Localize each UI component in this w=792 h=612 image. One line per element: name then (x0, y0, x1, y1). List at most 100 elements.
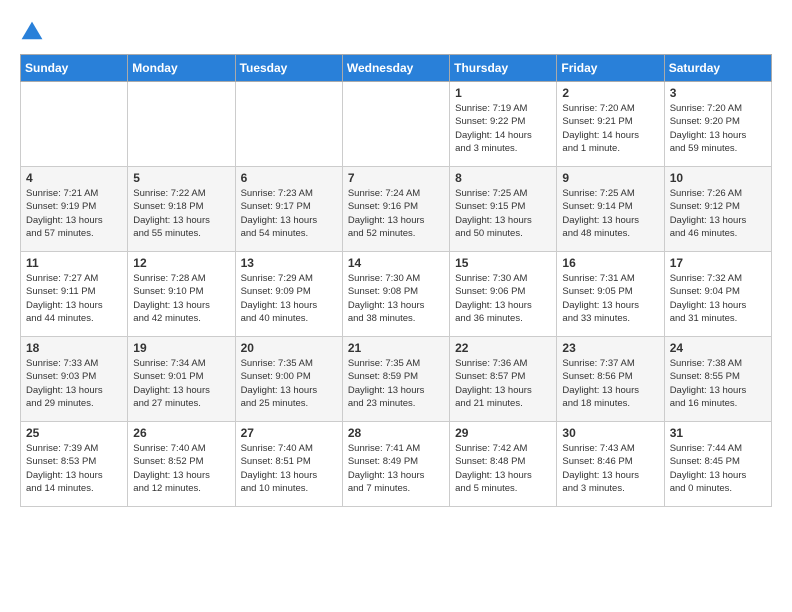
day-info: Sunrise: 7:42 AM Sunset: 8:48 PM Dayligh… (455, 442, 551, 495)
calendar-cell: 9 Sunrise: 7:25 AM Sunset: 9:14 PM Daylig… (557, 167, 664, 252)
page-header (20, 20, 772, 44)
day-number: 18 (26, 341, 122, 355)
day-number: 7 (348, 171, 444, 185)
day-number: 31 (670, 426, 766, 440)
day-header-wednesday: Wednesday (342, 55, 449, 82)
day-number: 2 (562, 86, 658, 100)
day-info: Sunrise: 7:20 AM Sunset: 9:20 PM Dayligh… (670, 102, 766, 155)
calendar-body: 1 Sunrise: 7:19 AM Sunset: 9:22 PM Daylig… (21, 82, 772, 507)
day-number: 4 (26, 171, 122, 185)
day-number: 26 (133, 426, 229, 440)
day-number: 1 (455, 86, 551, 100)
calendar-cell: 23 Sunrise: 7:37 AM Sunset: 8:56 PM Dayli… (557, 337, 664, 422)
day-info: Sunrise: 7:41 AM Sunset: 8:49 PM Dayligh… (348, 442, 444, 495)
day-number: 15 (455, 256, 551, 270)
day-info: Sunrise: 7:37 AM Sunset: 8:56 PM Dayligh… (562, 357, 658, 410)
day-info: Sunrise: 7:23 AM Sunset: 9:17 PM Dayligh… (241, 187, 337, 240)
day-number: 17 (670, 256, 766, 270)
calendar-cell: 27 Sunrise: 7:40 AM Sunset: 8:51 PM Dayli… (235, 422, 342, 507)
calendar-cell: 1 Sunrise: 7:19 AM Sunset: 9:22 PM Daylig… (450, 82, 557, 167)
day-info: Sunrise: 7:32 AM Sunset: 9:04 PM Dayligh… (670, 272, 766, 325)
calendar-cell (128, 82, 235, 167)
day-header-thursday: Thursday (450, 55, 557, 82)
day-number: 19 (133, 341, 229, 355)
logo (20, 20, 48, 44)
calendar-cell: 29 Sunrise: 7:42 AM Sunset: 8:48 PM Dayli… (450, 422, 557, 507)
day-number: 22 (455, 341, 551, 355)
calendar-cell: 13 Sunrise: 7:29 AM Sunset: 9:09 PM Dayli… (235, 252, 342, 337)
day-info: Sunrise: 7:25 AM Sunset: 9:14 PM Dayligh… (562, 187, 658, 240)
day-number: 20 (241, 341, 337, 355)
logo-icon (20, 20, 44, 44)
day-info: Sunrise: 7:28 AM Sunset: 9:10 PM Dayligh… (133, 272, 229, 325)
day-info: Sunrise: 7:40 AM Sunset: 8:52 PM Dayligh… (133, 442, 229, 495)
calendar-week-4: 18 Sunrise: 7:33 AM Sunset: 9:03 PM Dayli… (21, 337, 772, 422)
day-number: 11 (26, 256, 122, 270)
day-number: 29 (455, 426, 551, 440)
day-info: Sunrise: 7:39 AM Sunset: 8:53 PM Dayligh… (26, 442, 122, 495)
day-info: Sunrise: 7:33 AM Sunset: 9:03 PM Dayligh… (26, 357, 122, 410)
calendar-week-1: 1 Sunrise: 7:19 AM Sunset: 9:22 PM Daylig… (21, 82, 772, 167)
calendar-cell (21, 82, 128, 167)
day-header-friday: Friday (557, 55, 664, 82)
calendar-cell: 30Sunrise: 7:43 AM Sunset: 8:46 PM Dayli… (557, 422, 664, 507)
day-header-sunday: Sunday (21, 55, 128, 82)
calendar-cell: 3 Sunrise: 7:20 AM Sunset: 9:20 PM Daylig… (664, 82, 771, 167)
day-number: 9 (562, 171, 658, 185)
calendar-cell: 4 Sunrise: 7:21 AM Sunset: 9:19 PM Daylig… (21, 167, 128, 252)
day-number: 16 (562, 256, 658, 270)
calendar-cell: 20Sunrise: 7:35 AM Sunset: 9:00 PM Dayli… (235, 337, 342, 422)
day-info: Sunrise: 7:31 AM Sunset: 9:05 PM Dayligh… (562, 272, 658, 325)
calendar-cell: 11 Sunrise: 7:27 AM Sunset: 9:11 PM Dayli… (21, 252, 128, 337)
day-number: 13 (241, 256, 337, 270)
day-number: 25 (26, 426, 122, 440)
day-number: 14 (348, 256, 444, 270)
day-info: Sunrise: 7:30 AM Sunset: 9:06 PM Dayligh… (455, 272, 551, 325)
day-info: Sunrise: 7:21 AM Sunset: 9:19 PM Dayligh… (26, 187, 122, 240)
calendar-cell: 28 Sunrise: 7:41 AM Sunset: 8:49 PM Dayli… (342, 422, 449, 507)
day-number: 5 (133, 171, 229, 185)
day-number: 12 (133, 256, 229, 270)
day-header-tuesday: Tuesday (235, 55, 342, 82)
day-info: Sunrise: 7:38 AM Sunset: 8:55 PM Dayligh… (670, 357, 766, 410)
day-info: Sunrise: 7:29 AM Sunset: 9:09 PM Dayligh… (241, 272, 337, 325)
calendar-cell: 10 Sunrise: 7:26 AM Sunset: 9:12 PM Dayli… (664, 167, 771, 252)
day-number: 21 (348, 341, 444, 355)
day-info: Sunrise: 7:26 AM Sunset: 9:12 PM Dayligh… (670, 187, 766, 240)
day-info: Sunrise: 7:24 AM Sunset: 9:16 PM Dayligh… (348, 187, 444, 240)
day-info: Sunrise: 7:36 AM Sunset: 8:57 PM Dayligh… (455, 357, 551, 410)
calendar-cell: 12 Sunrise: 7:28 AM Sunset: 9:10 PM Dayli… (128, 252, 235, 337)
day-number: 28 (348, 426, 444, 440)
day-number: 24 (670, 341, 766, 355)
calendar-week-5: 25 Sunrise: 7:39 AM Sunset: 8:53 PM Dayli… (21, 422, 772, 507)
day-info: Sunrise: 7:27 AM Sunset: 9:11 PM Dayligh… (26, 272, 122, 325)
calendar-cell: 7 Sunrise: 7:24 AM Sunset: 9:16 PM Daylig… (342, 167, 449, 252)
day-info: Sunrise: 7:40 AM Sunset: 8:51 PM Dayligh… (241, 442, 337, 495)
calendar-cell: 31 Sunrise: 7:44 AM Sunset: 8:45 PM Dayli… (664, 422, 771, 507)
day-number: 8 (455, 171, 551, 185)
day-header-saturday: Saturday (664, 55, 771, 82)
calendar-cell (342, 82, 449, 167)
calendar-week-2: 4 Sunrise: 7:21 AM Sunset: 9:19 PM Daylig… (21, 167, 772, 252)
day-info: Sunrise: 7:22 AM Sunset: 9:18 PM Dayligh… (133, 187, 229, 240)
day-number: 23 (562, 341, 658, 355)
day-info: Sunrise: 7:34 AM Sunset: 9:01 PM Dayligh… (133, 357, 229, 410)
day-number: 3 (670, 86, 766, 100)
day-number: 10 (670, 171, 766, 185)
calendar-cell: 5 Sunrise: 7:22 AM Sunset: 9:18 PM Daylig… (128, 167, 235, 252)
calendar-cell: 15 Sunrise: 7:30 AM Sunset: 9:06 PM Dayli… (450, 252, 557, 337)
calendar-cell: 18 Sunrise: 7:33 AM Sunset: 9:03 PM Dayli… (21, 337, 128, 422)
calendar-cell (235, 82, 342, 167)
day-header-monday: Monday (128, 55, 235, 82)
calendar-cell: 8Sunrise: 7:25 AM Sunset: 9:15 PM Daylig… (450, 167, 557, 252)
day-info: Sunrise: 7:35 AM Sunset: 8:59 PM Dayligh… (348, 357, 444, 410)
calendar-cell: 6Sunrise: 7:23 AM Sunset: 9:17 PM Daylig… (235, 167, 342, 252)
day-info: Sunrise: 7:44 AM Sunset: 8:45 PM Dayligh… (670, 442, 766, 495)
calendar-cell: 25 Sunrise: 7:39 AM Sunset: 8:53 PM Dayli… (21, 422, 128, 507)
day-number: 30 (562, 426, 658, 440)
calendar-cell: 19 Sunrise: 7:34 AM Sunset: 9:01 PM Dayli… (128, 337, 235, 422)
calendar-header-row: SundayMondayTuesdayWednesdayThursdayFrid… (21, 55, 772, 82)
calendar-cell: 17 Sunrise: 7:32 AM Sunset: 9:04 PM Dayli… (664, 252, 771, 337)
day-info: Sunrise: 7:19 AM Sunset: 9:22 PM Dayligh… (455, 102, 551, 155)
day-number: 27 (241, 426, 337, 440)
